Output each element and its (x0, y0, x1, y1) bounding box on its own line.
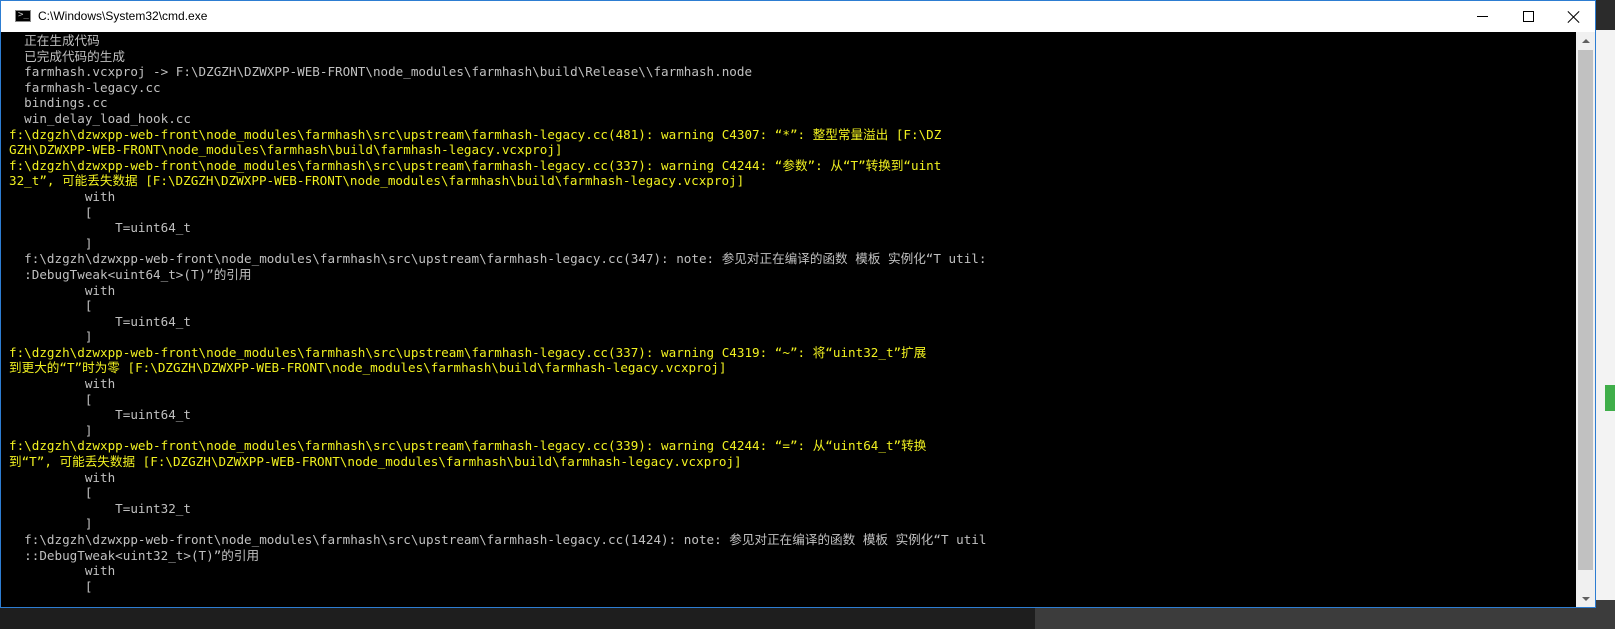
console-warning-line: 32_t”, 可能丢失数据 [F:\DZGZH\DZWXPP-WEB-FRONT… (9, 173, 745, 189)
console-line: ] (9, 516, 93, 532)
console-line: [ (9, 298, 93, 314)
console-warning-line: 到“T”, 可能丢失数据 [F:\DZGZH\DZWXPP-WEB-FRONT\… (9, 454, 742, 470)
chevron-up-icon (1581, 38, 1590, 43)
console-warning-line: 到更大的“T”时为零 [F:\DZGZH\DZWXPP-WEB-FRONT\no… (9, 360, 727, 376)
console-line: 已完成代码的生成 (9, 48, 125, 64)
console-line: [ (9, 578, 93, 594)
console-warning-line: f:\dzgzh\dzwxpp-web-front\node_modules\f… (9, 344, 927, 360)
console-line: T=uint64_t (9, 220, 191, 236)
console-line: with (9, 282, 116, 298)
close-icon (1568, 11, 1580, 23)
background-right-pane (1596, 30, 1615, 600)
console-line: with (9, 563, 116, 579)
console-line: T=uint64_t (9, 313, 191, 329)
console-line: ] (9, 235, 93, 251)
console-line: 正在生成代码 (9, 33, 100, 48)
console-line: bindings.cc (9, 95, 108, 111)
cmd-window[interactable]: >_ C:\Windows\System32\cmd.exe 正在生成代码 已完… (0, 0, 1596, 608)
console-line: ::DebugTweak<uint32_t>(T)”的引用 (9, 547, 260, 563)
console-line: farmhash-legacy.cc (9, 79, 161, 95)
console-line: :DebugTweak<uint64_t>(T)”的引用 (9, 266, 252, 282)
console-line: f:\dzgzh\dzwxpp-web-front\node_modules\f… (9, 251, 987, 267)
minimize-button[interactable] (1459, 1, 1505, 32)
console-line: T=uint64_t (9, 407, 191, 423)
console-output-area[interactable]: 正在生成代码 已完成代码的生成 farmhash.vcxproj -> F:\D… (1, 32, 1576, 607)
console-line: [ (9, 485, 93, 501)
console-line: ] (9, 422, 93, 438)
console-warning-line: f:\dzgzh\dzwxpp-web-front\node_modules\f… (9, 438, 927, 454)
console-warning-line: f:\dzgzh\dzwxpp-web-front\node_modules\f… (9, 157, 942, 173)
scrollbar-thumb[interactable] (1578, 50, 1593, 570)
console-line: farmhash.vcxproj -> F:\DZGZH\DZWXPP-WEB-… (9, 64, 753, 80)
scroll-down-button[interactable] (1576, 590, 1595, 607)
console-line: with (9, 188, 116, 204)
console-warning-line: f:\dzgzh\dzwxpp-web-front\node_modules\f… (9, 126, 942, 142)
scroll-up-button[interactable] (1576, 32, 1595, 49)
maximize-icon (1522, 11, 1534, 22)
console-warning-line: GZH\DZWXPP-WEB-FRONT\node_modules\farmha… (9, 142, 563, 158)
console-line: [ (9, 204, 93, 220)
console-line: with (9, 469, 116, 485)
background-green-marker (1605, 385, 1615, 411)
window-title: C:\Windows\System32\cmd.exe (38, 9, 208, 23)
maximize-button[interactable] (1505, 1, 1551, 32)
minimize-icon (1476, 16, 1488, 17)
cmd-console-icon[interactable]: >_ (15, 10, 31, 22)
console-line: win_delay_load_hook.cc (9, 110, 191, 126)
console-line: with (9, 376, 116, 392)
vertical-scrollbar[interactable] (1576, 32, 1595, 607)
title-bar[interactable]: >_ C:\Windows\System32\cmd.exe (1, 1, 1595, 32)
chevron-down-icon (1581, 596, 1590, 601)
prompt-glyph-icon: >_ (18, 10, 29, 20)
console-line: f:\dzgzh\dzwxpp-web-front\node_modules\f… (9, 532, 987, 547)
console-lines: 正在生成代码 已完成代码的生成 farmhash.vcxproj -> F:\D… (9, 33, 986, 594)
console-line: T=uint32_t (9, 500, 191, 516)
close-button[interactable] (1551, 1, 1597, 32)
console-line: ] (9, 329, 93, 345)
console-line: [ (9, 391, 93, 407)
